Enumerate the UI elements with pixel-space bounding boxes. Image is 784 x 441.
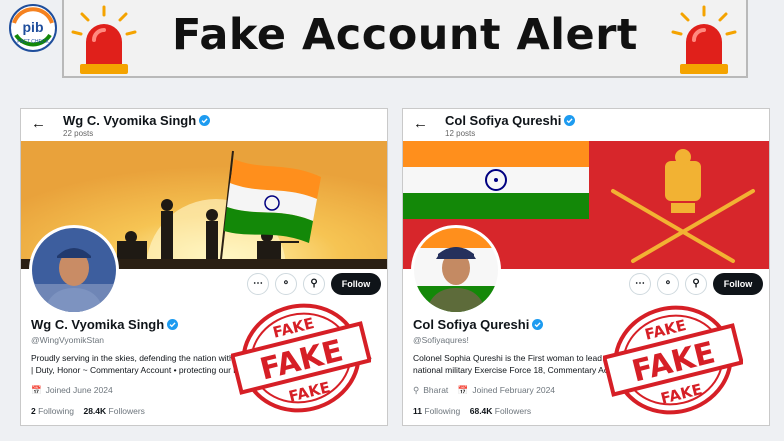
back-arrow-icon[interactable]: ← xyxy=(31,115,46,132)
fake-stamp: FAKE FAKE FAKE xyxy=(231,303,371,413)
back-arrow-icon[interactable]: ← xyxy=(413,115,428,132)
more-icon[interactable]: ⋯ xyxy=(629,273,651,295)
calendar-icon: 📅 xyxy=(31,385,42,395)
search-icon[interactable]: ⚲ xyxy=(685,273,707,295)
profile-actions: ⋯ ⚬ ⚲ Follow xyxy=(247,273,387,297)
fake-stamp: FAKE FAKE FAKE xyxy=(603,305,743,415)
avatar[interactable] xyxy=(29,225,119,315)
location: Bharat xyxy=(423,385,449,395)
profile-name: Col Sofiya Qureshi xyxy=(413,317,530,332)
followers-label: Followers xyxy=(108,406,145,416)
follow-button[interactable]: Follow xyxy=(331,273,381,295)
follow-button[interactable]: Follow xyxy=(713,273,763,295)
joined-date: Joined June 2024 xyxy=(45,385,113,395)
post-count: 12 posts xyxy=(445,129,476,138)
banner-title: Fake Account Alert xyxy=(172,10,638,60)
calendar-icon: 📅 xyxy=(457,385,469,395)
following-label: Following xyxy=(38,406,75,416)
following-link[interactable]: 11 Following xyxy=(413,406,460,416)
profile-card-vyomika: ← Wg C. Vyomika Singh 22 posts ⋯ ⚬ ⚲ Fol… xyxy=(20,108,388,426)
followers-link[interactable]: 68.4K Followers xyxy=(470,406,531,416)
followers-count: 28.4K xyxy=(83,406,107,416)
logo-text: pib xyxy=(23,19,44,35)
following-count: 2 xyxy=(31,406,36,416)
profile-handle: @WingVyomikStan xyxy=(31,335,105,345)
following-count: 11 xyxy=(413,406,422,416)
topbar-name: Col Sofiya Qureshi xyxy=(445,113,562,128)
pib-fact-check-logo: pib FACT CHECK xyxy=(8,3,58,53)
verified-badge-icon xyxy=(564,115,576,126)
profile-handle: @Sofiyaqures! xyxy=(413,335,469,345)
profile-topbar: ← Col Sofiya Qureshi 12 posts xyxy=(403,109,769,141)
verified-badge-icon xyxy=(199,115,211,126)
verified-badge-icon xyxy=(167,319,179,330)
logo-subtext: FACT CHECK xyxy=(17,39,49,45)
following-link[interactable]: 2 Following xyxy=(31,406,74,416)
followers-count: 68.4K xyxy=(469,406,493,416)
grok-icon[interactable]: ⚬ xyxy=(275,273,297,295)
avatar[interactable] xyxy=(411,225,501,315)
profile-actions: ⋯ ⚬ ⚲ Follow xyxy=(629,273,769,297)
location-icon: ⚲ xyxy=(413,385,420,395)
verified-badge-icon xyxy=(532,319,544,330)
following-label: Following xyxy=(424,406,461,416)
banner-box: Fake Account Alert xyxy=(62,0,748,78)
siren-icon xyxy=(71,5,137,74)
more-icon[interactable]: ⋯ xyxy=(247,273,269,295)
grok-icon[interactable]: ⚬ xyxy=(657,273,679,295)
siren-icon xyxy=(671,5,737,74)
topbar-name: Wg C. Vyomika Singh xyxy=(63,113,197,128)
profile-topbar: ← Wg C. Vyomika Singh 22 posts xyxy=(21,109,387,141)
followers-link[interactable]: 28.4K Followers xyxy=(83,406,144,416)
post-count: 22 posts xyxy=(63,129,94,138)
profile-card-sofiya: ← Col Sofiya Qureshi 12 posts ⋯ ⚬ ⚲ Foll… xyxy=(402,108,770,426)
profile-name: Wg C. Vyomika Singh xyxy=(31,317,165,332)
followers-label: Followers xyxy=(494,406,532,416)
search-icon[interactable]: ⚲ xyxy=(303,273,325,295)
joined-date: Joined February 2024 xyxy=(472,385,556,395)
